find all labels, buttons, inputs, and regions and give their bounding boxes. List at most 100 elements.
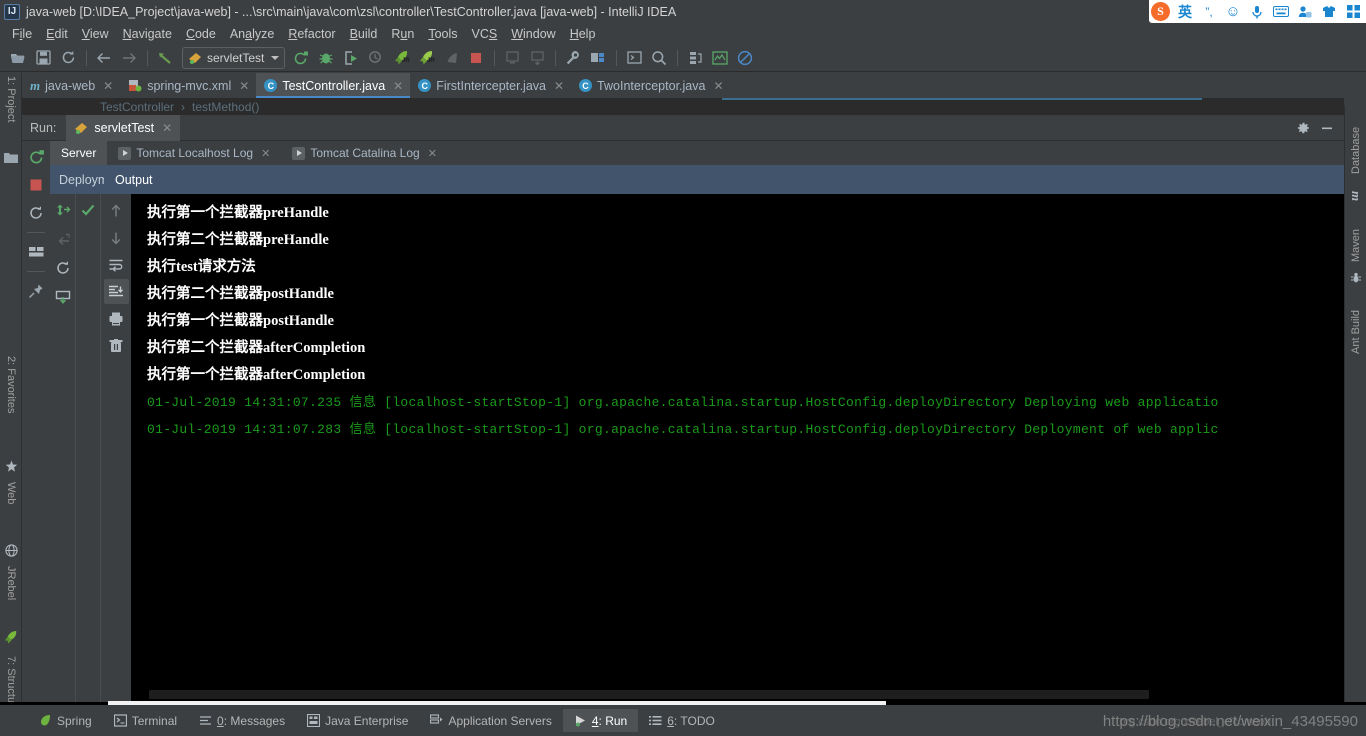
ime-emoji-icon[interactable]: ☺ xyxy=(1224,4,1242,19)
scroll-to-end-button[interactable] xyxy=(103,279,129,304)
sidebar-item-web[interactable]: Web xyxy=(0,479,22,539)
sogou-ime-toolbar[interactable]: S 英 ”, ☺ xyxy=(1149,0,1366,23)
sidebar-item-jrebel[interactable]: JRebel xyxy=(0,563,22,625)
menu-window[interactable]: Window xyxy=(504,25,562,43)
ime-account-icon[interactable] xyxy=(1296,5,1314,18)
close-icon[interactable]: ✕ xyxy=(554,79,564,93)
minimize-icon[interactable] xyxy=(1320,121,1334,135)
ime-voice-icon[interactable] xyxy=(1248,5,1266,19)
forward-icon[interactable] xyxy=(117,46,141,70)
tab-deployment[interactable]: Deployment xyxy=(50,165,104,194)
menu-refactor[interactable]: Refactor xyxy=(281,25,342,43)
gear-icon[interactable] xyxy=(1296,121,1310,135)
status-item-terminal[interactable]: Terminal xyxy=(103,709,188,732)
close-icon[interactable]: ✕ xyxy=(162,121,172,135)
sidebar-item-ant-build[interactable]: Ant Build xyxy=(1345,289,1366,357)
ime-keyboard-icon[interactable] xyxy=(1272,6,1290,17)
restart-server-button[interactable] xyxy=(24,201,48,225)
ime-punctuation-icon[interactable]: ”, xyxy=(1200,6,1218,18)
status-item-application-servers[interactable]: Application Servers xyxy=(419,709,562,732)
status-item-todo[interactable]: 6: TODO xyxy=(638,709,726,732)
run-icon[interactable] xyxy=(289,46,313,70)
update-application-icon[interactable] xyxy=(500,46,524,70)
sidebar-item-project[interactable]: 1: Project xyxy=(0,73,22,145)
settings-wrench-icon[interactable] xyxy=(561,46,585,70)
status-item-run[interactable]: 4: Run xyxy=(562,709,639,732)
menu-vcs[interactable]: VCS xyxy=(465,25,505,43)
editor-tab-spring-mvc-xml[interactable]: spring-mvc.xml ✕ xyxy=(120,73,256,98)
tab-tomcat-localhost-log[interactable]: Tomcat Localhost Log ✕ xyxy=(107,141,281,165)
sidebar-item-database[interactable]: Database xyxy=(1345,105,1366,177)
scrollbar-thumb[interactable] xyxy=(149,690,1149,699)
print-button[interactable] xyxy=(104,306,129,331)
project-structure-icon[interactable] xyxy=(586,46,610,70)
menu-help[interactable]: Help xyxy=(563,25,603,43)
close-icon[interactable]: ✕ xyxy=(713,79,723,93)
menu-view[interactable]: View xyxy=(75,25,116,43)
disable-icon[interactable] xyxy=(733,46,757,70)
close-icon[interactable]: ✕ xyxy=(393,79,403,93)
editor-tab-firstintercepter-java[interactable]: C FirstIntercepter.java ✕ xyxy=(410,73,571,98)
back-button[interactable] xyxy=(51,227,75,251)
stop-button[interactable] xyxy=(24,173,48,197)
soft-wrap-button[interactable] xyxy=(104,252,129,277)
ime-skin-icon[interactable] xyxy=(1320,5,1338,18)
menu-analyze[interactable]: Analyze xyxy=(223,25,281,43)
refresh-button[interactable] xyxy=(51,256,75,280)
scroll-up-button[interactable] xyxy=(104,198,129,223)
undo-icon[interactable] xyxy=(153,46,177,70)
sidebar-item-maven[interactable]: Maven xyxy=(1345,207,1366,265)
editor-tab-java-web[interactable]: m java-web ✕ xyxy=(22,73,120,98)
terminal-icon[interactable] xyxy=(622,46,646,70)
sogou-logo-icon[interactable]: S xyxy=(1151,2,1170,21)
close-icon[interactable]: ✕ xyxy=(239,79,249,93)
search-everywhere-icon[interactable] xyxy=(647,46,671,70)
attach-debugger-icon[interactable] xyxy=(439,46,463,70)
menu-code[interactable]: Code xyxy=(179,25,223,43)
rerun-button[interactable] xyxy=(24,145,48,169)
jrebel-debug-icon[interactable]: JR xyxy=(414,46,438,70)
ime-toolbox-icon[interactable] xyxy=(1344,5,1362,18)
synchronize-icon[interactable] xyxy=(56,46,80,70)
console-output[interactable]: 执行第一个拦截器preHandle 执行第二个拦截器preHandle 执行te… xyxy=(131,194,1344,705)
run-tab-servlettest[interactable]: servletTest ✕ xyxy=(66,114,181,141)
database-icon[interactable] xyxy=(683,46,707,70)
close-icon[interactable]: ✕ xyxy=(261,147,270,160)
tab-server[interactable]: Server xyxy=(50,141,108,165)
menu-edit[interactable]: Edit xyxy=(39,25,75,43)
pin-tab-button[interactable] xyxy=(24,279,48,303)
stop-icon[interactable] xyxy=(464,46,488,70)
ime-mode-english[interactable]: 英 xyxy=(1176,5,1194,19)
close-icon[interactable]: ✕ xyxy=(428,147,437,160)
activity-monitor-icon[interactable] xyxy=(708,46,732,70)
jrebel-run-icon[interactable]: JR xyxy=(389,46,413,70)
status-item-messages[interactable]: 0: Messages xyxy=(188,709,296,732)
breadcrumb-method[interactable]: testMethod() xyxy=(192,100,259,114)
debug-icon[interactable] xyxy=(314,46,338,70)
close-icon[interactable]: ✕ xyxy=(103,79,113,93)
editor-tab-testcontroller-java[interactable]: C TestController.java ✕ xyxy=(256,73,411,98)
export-button[interactable] xyxy=(51,285,75,309)
expand-collapse-button[interactable] xyxy=(51,198,75,222)
status-item-java-enterprise[interactable]: Java Enterprise xyxy=(296,709,419,732)
open-project-icon[interactable] xyxy=(6,46,30,70)
tab-tomcat-catalina-log[interactable]: Tomcat Catalina Log ✕ xyxy=(281,141,448,165)
chevron-down-icon[interactable] xyxy=(271,55,280,60)
folder-icon[interactable] xyxy=(0,147,22,169)
run-with-coverage-icon[interactable] xyxy=(339,46,363,70)
sidebar-item-favorites[interactable]: 2: Favorites xyxy=(0,353,22,453)
profile-icon[interactable] xyxy=(364,46,388,70)
editor-tab-twointerceptor-java[interactable]: C TwoInterceptor.java ✕ xyxy=(571,73,730,98)
save-all-icon[interactable] xyxy=(31,46,55,70)
run-configuration-selector[interactable]: servletTest xyxy=(182,46,286,69)
menu-navigate[interactable]: Navigate xyxy=(116,25,179,43)
console-hscrollbar[interactable] xyxy=(131,690,1344,699)
breadcrumb-class[interactable]: TestController xyxy=(100,100,174,114)
scroll-down-button[interactable] xyxy=(104,225,129,250)
menu-tools[interactable]: Tools xyxy=(421,25,464,43)
status-item-spring[interactable]: Spring xyxy=(28,709,103,732)
clear-all-button[interactable] xyxy=(104,333,129,358)
redeploy-icon[interactable] xyxy=(525,46,549,70)
menu-file[interactable]: File xyxy=(5,25,39,43)
back-icon[interactable] xyxy=(92,46,116,70)
